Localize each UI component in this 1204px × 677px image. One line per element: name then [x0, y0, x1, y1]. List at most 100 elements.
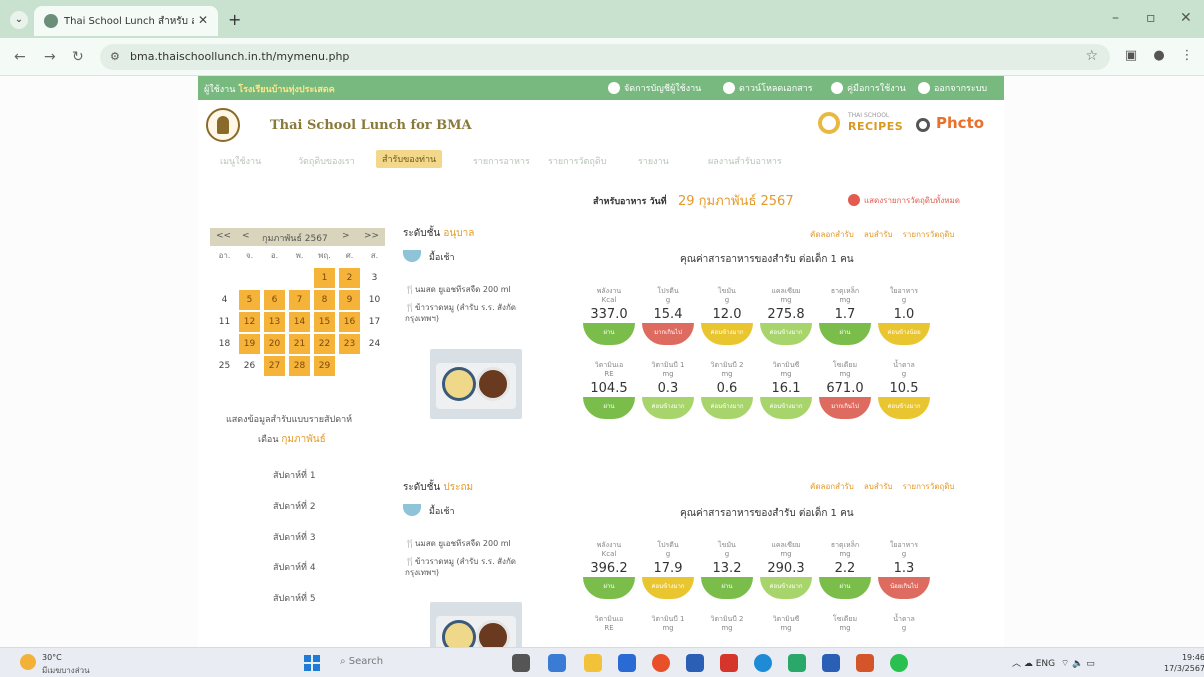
ingredient-list-link[interactable]: รายการวัตถุดิบ [903, 230, 955, 239]
week-link-4[interactable]: สัปดาห์ที่ 4 [273, 560, 316, 574]
close-tab-icon[interactable]: ✕ [198, 13, 208, 27]
word-icon[interactable] [822, 654, 840, 672]
dish-item[interactable]: 🍴ข้าวราดหมู (สำรับ ร.ร. สังกัด กรุงเทพฯ) [405, 302, 535, 324]
minimize-icon[interactable]: – [1112, 10, 1119, 26]
bookmark-star-icon[interactable]: ☆ [1085, 48, 1098, 64]
month-selector[interactable]: เดือน กุมภาพันธ์ [258, 432, 326, 447]
tab-menu-button[interactable]: ⌄ [10, 11, 28, 29]
show-all-ingredients-link[interactable]: แสดงรายการวัตถุดิบทั้งหมด [848, 194, 960, 207]
app-icon[interactable] [788, 654, 806, 672]
close-window-icon[interactable]: ✕ [1180, 10, 1192, 26]
delete-meal-link[interactable]: ลบสำรับ [864, 230, 893, 239]
download-link[interactable]: ดาวน์โหลดเอกสาร [723, 81, 813, 95]
dish-item[interactable]: 🍴นมสด ยูเอชทีรสจืด 200 ml [405, 538, 535, 549]
bma-logo[interactable] [206, 108, 240, 142]
dish-item[interactable]: 🍴นมสด ยูเอชทีรสจืด 200 ml [405, 284, 535, 295]
copy-meal-link[interactable]: คัดลอกสำรับ [810, 482, 854, 491]
menu-item-reports[interactable]: รายงาน [638, 154, 669, 168]
calendar-day-with-meal[interactable]: 16 [339, 312, 360, 332]
calendar-day-with-meal[interactable]: 28 [289, 356, 310, 376]
new-tab-button[interactable]: + [228, 10, 241, 29]
account-link[interactable]: จัดการบัญชีผู้ใช้งาน [608, 81, 701, 95]
calendar-day-with-meal[interactable]: 9 [339, 290, 360, 310]
menu-item-usage[interactable]: เมนูใช้งาน [220, 154, 261, 168]
photo-logo[interactable]: Phcto [916, 112, 996, 138]
sidepanel-icon[interactable]: ▣ [1122, 48, 1140, 66]
edge-icon[interactable] [754, 654, 772, 672]
calendar-day-with-meal[interactable]: 23 [339, 334, 360, 354]
taskbar-search[interactable]: ⌕ Search [340, 656, 383, 667]
nutrient-value [701, 635, 753, 647]
store-icon[interactable] [686, 654, 704, 672]
calendar-day[interactable]: 25 [214, 356, 235, 376]
calendar-day-with-meal[interactable]: 1 [314, 268, 335, 288]
site-info-icon[interactable]: ⚙ [110, 50, 124, 64]
line-icon[interactable] [890, 654, 908, 672]
calendar-day-with-meal[interactable]: 20 [264, 334, 285, 354]
file-explorer-icon[interactable] [584, 654, 602, 672]
calendar-day[interactable]: 26 [239, 356, 260, 376]
menu-item-ingredient-list[interactable]: รายการวัตถุดิบ [548, 154, 606, 168]
week-link-1[interactable]: สัปดาห์ที่ 1 [273, 468, 316, 482]
logout-link[interactable]: ออกจากระบบ [918, 81, 987, 95]
calendar-day-with-meal[interactable]: 15 [314, 312, 335, 332]
more-menu-icon[interactable]: ⋮ [1178, 48, 1196, 66]
week-link-2[interactable]: สัปดาห์ที่ 2 [273, 499, 316, 513]
thai-school-recipes-logo[interactable]: THAI SCHOOL RECIPES [818, 112, 903, 138]
calendar-day-with-meal[interactable]: 27 [264, 356, 285, 376]
week-link-3[interactable]: สัปดาห์ที่ 3 [273, 530, 316, 544]
calendar-day[interactable]: 4 [214, 290, 235, 310]
calendar-day-with-meal[interactable]: 21 [289, 334, 310, 354]
delete-meal-link[interactable]: ลบสำรับ [864, 482, 893, 491]
clock[interactable]: 19:46 17/3/2567 [1164, 652, 1204, 674]
calendar-day[interactable]: 24 [364, 334, 385, 354]
back-icon[interactable]: ← [14, 49, 26, 65]
task-view-icon[interactable] [512, 654, 530, 672]
manual-link[interactable]: คู่มือการใช้งาน [831, 81, 906, 95]
calendar-day-with-meal[interactable]: 14 [289, 312, 310, 332]
week-link-5[interactable]: สัปดาห์ที่ 5 [273, 591, 316, 605]
calendar-day[interactable]: 3 [364, 268, 385, 288]
calendar-day-with-meal[interactable]: 8 [314, 290, 335, 310]
dish-item[interactable]: 🍴ข้าวราดหมู (สำรับ ร.ร. สังกัด กรุงเทพฯ) [405, 556, 535, 578]
prev-month-button[interactable]: < [242, 231, 250, 241]
calendar-day-with-meal[interactable]: 12 [239, 312, 260, 332]
maximize-icon[interactable]: ▫ [1146, 10, 1156, 26]
calendar-day-with-meal[interactable]: 5 [239, 290, 260, 310]
nutrient-label: ไขมัน g [718, 287, 736, 304]
browser-tab[interactable]: Thai School Lunch สำหรับ สำนัก ✕ [34, 6, 218, 36]
menu-item-ingredients[interactable]: วัตถุดิบของเรา [298, 154, 355, 168]
next-month-button[interactable]: > [342, 231, 350, 241]
system-tray[interactable]: ︿ ☁ ENG ⌔ 🔈 ▭ [1012, 656, 1095, 669]
calendar-day-with-meal[interactable]: 13 [264, 312, 285, 332]
chrome-icon[interactable] [652, 654, 670, 672]
chat-icon[interactable] [548, 654, 566, 672]
reload-icon[interactable]: ↻ [72, 49, 84, 65]
next-year-button[interactable]: >> [364, 231, 379, 241]
calendar-day[interactable]: 10 [364, 290, 385, 310]
menu-item-food-list[interactable]: รายการอาหาร [473, 154, 530, 168]
calendar-day-with-meal[interactable]: 29 [314, 356, 335, 376]
calendar-day-with-meal[interactable]: 7 [289, 290, 310, 310]
windows-start-icon[interactable] [304, 655, 320, 671]
ingredient-list-link[interactable]: รายการวัตถุดิบ [903, 482, 955, 491]
calendar-day-with-meal[interactable]: 19 [239, 334, 260, 354]
copy-meal-link[interactable]: คัดลอกสำรับ [810, 230, 854, 239]
menu-item-results[interactable]: ผลงานสำรับอาหาร [708, 154, 782, 168]
calendar-week-row: 18 19 20 21 22 23 24 [210, 334, 385, 356]
mail-icon[interactable] [618, 654, 636, 672]
calendar-day-with-meal[interactable]: 2 [339, 268, 360, 288]
calendar-day[interactable]: 17 [364, 312, 385, 332]
calendar-day[interactable]: 18 [214, 334, 235, 354]
menu-item-my-meals[interactable]: สำรับของท่าน [376, 150, 443, 168]
calendar-day[interactable]: 11 [214, 312, 235, 332]
calendar-day-with-meal[interactable]: 6 [264, 290, 285, 310]
calendar-day-with-meal[interactable]: 22 [314, 334, 335, 354]
powerpoint-icon[interactable] [856, 654, 874, 672]
prev-year-button[interactable]: << [216, 231, 231, 241]
address-bar[interactable]: ⚙ bma.thaischoollunch.in.th/mymenu.php ☆ [100, 44, 1110, 70]
profile-avatar-icon[interactable]: ● [1150, 48, 1168, 66]
office-icon[interactable] [720, 654, 738, 672]
language-indicator[interactable]: ENG [1036, 659, 1055, 669]
forward-icon[interactable]: → [44, 49, 56, 65]
